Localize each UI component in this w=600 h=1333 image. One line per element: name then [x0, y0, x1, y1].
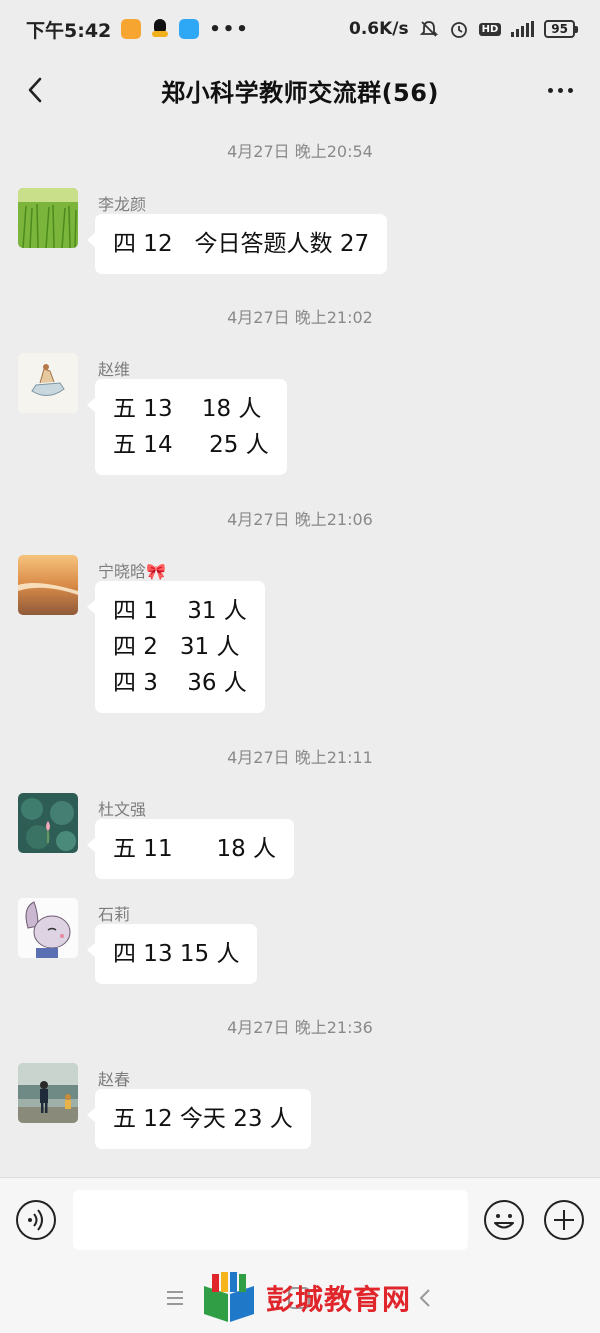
- notes-app-icon: [121, 19, 142, 39]
- status-bar: 下午5:42 ••• 0.6K/s HD 95: [0, 0, 600, 58]
- watermark-logo: 彭城教育网: [200, 1269, 414, 1327]
- message-timestamp: 4月27日 晚上21:36: [227, 1018, 373, 1037]
- status-right: 0.6K/s HD 95: [349, 19, 578, 39]
- bell-muted-icon: [419, 21, 438, 37]
- book-logo-icon: [204, 1272, 254, 1322]
- plus-icon[interactable]: [543, 1199, 585, 1241]
- blue-app-icon: [179, 19, 200, 39]
- lotus-pond-avatar[interactable]: [18, 793, 78, 853]
- hd-badge: HD: [478, 22, 502, 36]
- message-bubble[interactable]: 五 11 18 人: [86, 819, 295, 879]
- alarm-clock-icon: [450, 22, 467, 38]
- sender-name: 宁晓晗🎀: [98, 562, 166, 581]
- message-text: 五 12 今天 23 人: [113, 1106, 293, 1132]
- status-time: 下午5:42: [26, 19, 112, 42]
- message-text: 四 12 今日答题人数 27: [113, 231, 370, 257]
- message-text: 五 13 18 人: [113, 396, 262, 422]
- message-timestamp: 4月27日 晚上21:11: [227, 748, 373, 767]
- group-title: 郑小科学教师交流群(56): [161, 78, 439, 107]
- emoji-icon[interactable]: [483, 1199, 525, 1241]
- dot: [547, 87, 553, 93]
- sender-name: 石莉: [98, 905, 131, 924]
- status-left: 下午5:42 •••: [26, 16, 250, 43]
- watermark-text: 彭城教育网: [266, 1283, 412, 1316]
- back-arrow-icon[interactable]: [18, 72, 54, 108]
- beach-sunset-avatar[interactable]: [18, 555, 78, 615]
- message-text: 五 14 25 人: [113, 432, 269, 458]
- dot: [557, 87, 563, 93]
- message-text: 五 11 18 人: [113, 836, 277, 862]
- system-nav-bar: 彭城教育网: [0, 1261, 600, 1333]
- message-input-bar: [0, 1177, 600, 1261]
- sender-name: 李龙颜: [98, 195, 147, 214]
- message-text: 四 3 36 人: [113, 670, 247, 696]
- message-bubble[interactable]: 四 12 今日答题人数 27: [86, 214, 388, 274]
- message-bubble[interactable]: 五 13 18 人 五 14 25 人: [87, 379, 287, 475]
- qq-penguin-icon: [151, 19, 169, 39]
- sender-name: 赵春: [98, 1070, 131, 1089]
- signal-5g-icon: [511, 21, 535, 37]
- message-text: 四 1 31 人: [113, 598, 247, 624]
- grass-field-avatar[interactable]: [18, 188, 78, 248]
- more-notifications-icon: •••: [209, 18, 250, 40]
- battery-level: 95: [544, 20, 575, 38]
- boat-sketch-avatar[interactable]: [18, 353, 78, 413]
- message-bubble[interactable]: 五 12 今天 23 人: [87, 1089, 311, 1149]
- sender-name: 杜文强: [98, 800, 147, 819]
- message-bubble[interactable]: 四 13 15 人: [86, 924, 258, 984]
- kids-lakeside-avatar[interactable]: [18, 1063, 78, 1123]
- battery-tip: [575, 25, 578, 33]
- more-options-icon[interactable]: [542, 72, 578, 108]
- dot: [567, 87, 573, 93]
- message-timestamp: 4月27日 晚上21:06: [227, 510, 373, 529]
- message-input[interactable]: [73, 1190, 468, 1250]
- back-icon[interactable]: [414, 1285, 436, 1311]
- network-speed: 0.6K/s: [349, 19, 409, 39]
- battery-icon: 95: [544, 20, 578, 38]
- message-timestamp: 4月27日 晚上20:54: [227, 142, 373, 161]
- message-bubble[interactable]: 四 1 31 人 四 2 31 人 四 3 36 人: [87, 581, 265, 713]
- voice-icon[interactable]: [15, 1199, 57, 1241]
- sender-name: 赵维: [98, 360, 131, 379]
- message-timestamp: 4月27日 晚上21:02: [227, 308, 373, 327]
- menu-icon[interactable]: [163, 1287, 187, 1309]
- message-text: 四 2 31 人: [113, 634, 240, 660]
- message-text: 四 13 15 人: [113, 941, 240, 967]
- chat-header: 郑小科学教师交流群(56): [0, 58, 600, 122]
- chat-messages[interactable]: 4月27日 晚上20:54 李龙颜 四 12 今日答题人数 27 4月27日 晚…: [0, 122, 600, 1177]
- bunny-cartoon-avatar[interactable]: [18, 898, 78, 958]
